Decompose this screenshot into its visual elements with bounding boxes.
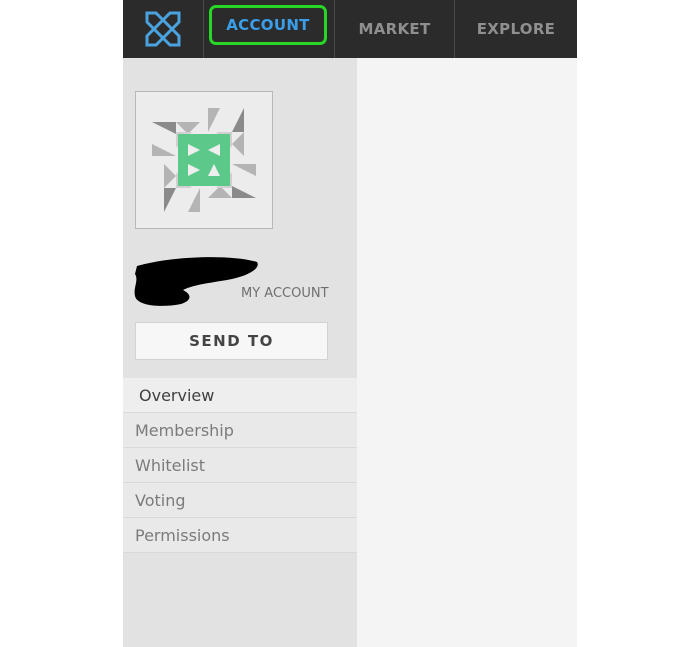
- menu-item-permissions[interactable]: Permissions: [123, 518, 357, 553]
- app-window: ACCOUNT MARKET EXPLORE MY ACCOUNT SEND T…: [123, 0, 577, 647]
- tab-market[interactable]: MARKET: [335, 0, 454, 58]
- menu-item-overview[interactable]: Overview: [123, 378, 357, 413]
- account-label: MY ACCOUNT: [241, 286, 329, 301]
- identicon-avatar: [152, 108, 256, 212]
- avatar[interactable]: [135, 91, 273, 229]
- redacted-account-name: [134, 257, 258, 306]
- x-logo-icon[interactable]: [123, 0, 203, 58]
- main-content: [357, 58, 577, 647]
- nav-divider: [203, 0, 204, 58]
- tab-market-label: MARKET: [358, 20, 431, 38]
- tab-explore[interactable]: EXPLORE: [455, 0, 577, 58]
- tab-account-label: ACCOUNT: [226, 16, 310, 34]
- send-to-button[interactable]: SEND TO: [135, 322, 328, 360]
- account-menu: Overview Membership Whitelist Voting Per…: [123, 378, 357, 553]
- menu-item-membership[interactable]: Membership: [123, 413, 357, 448]
- menu-item-voting[interactable]: Voting: [123, 483, 357, 518]
- tab-account[interactable]: ACCOUNT: [209, 0, 327, 58]
- tab-explore-label: EXPLORE: [476, 20, 556, 38]
- sidebar: MY ACCOUNT SEND TO Overview Membership W…: [123, 58, 357, 647]
- top-navigation: ACCOUNT MARKET EXPLORE: [123, 0, 577, 58]
- menu-item-whitelist[interactable]: Whitelist: [123, 448, 357, 483]
